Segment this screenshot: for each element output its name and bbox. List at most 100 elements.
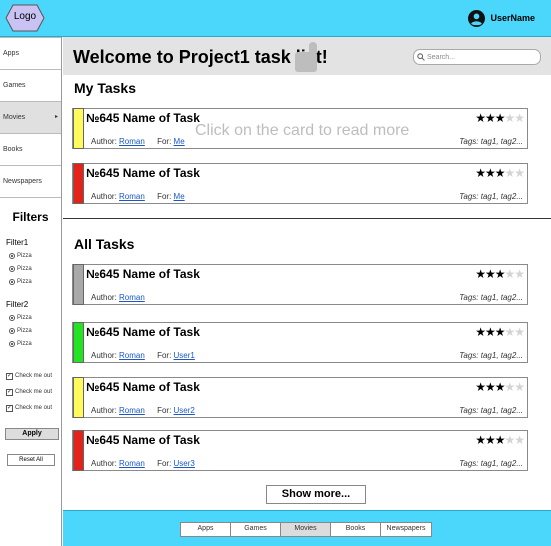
checkbox-label: Check me out	[15, 373, 53, 379]
user-avatar-icon	[468, 9, 486, 27]
task-title: №645 Name of Task	[86, 433, 200, 447]
sidebar-item-label: Games	[3, 82, 26, 89]
filter2-radio[interactable]: Pizza	[9, 327, 61, 335]
show-more-button[interactable]: Show more...	[266, 485, 366, 504]
task-card[interactable]: №645 Name of Task ★★★★★ Author: Roman Fo…	[72, 430, 528, 471]
task-color-strip	[73, 163, 84, 204]
filter2-radio[interactable]: Pizza	[9, 340, 61, 348]
task-color-strip	[73, 322, 84, 363]
sidebar-item-movies[interactable]: Movies ▸	[0, 102, 61, 134]
user-menu[interactable]: UserName	[468, 9, 535, 27]
sidebar-item-label: Books	[3, 146, 23, 153]
task-title: №645 Name of Task	[86, 380, 200, 394]
author-label: Author:	[91, 192, 117, 201]
checkbox-check-icon: ✓	[6, 404, 13, 412]
assignee-link[interactable]: User3	[174, 459, 195, 468]
author-link[interactable]: Roman	[119, 459, 145, 468]
sidebar-item-apps[interactable]: Apps	[0, 38, 61, 70]
assignee-link[interactable]: Me	[174, 192, 185, 201]
filter1-radio[interactable]: Pizza	[9, 252, 61, 260]
reset-all-button[interactable]: Reset All	[7, 454, 55, 466]
author-link[interactable]: Roman	[119, 406, 145, 415]
star-empty-icon: ★★	[504, 433, 524, 447]
footer-tab-newspapers[interactable]: Newspapers	[381, 523, 431, 536]
for-label: For:	[157, 137, 172, 146]
task-meta: Author: Roman For: User3	[91, 459, 195, 468]
task-tags: Tags: tag1, tag2...	[459, 137, 523, 146]
task-color-strip	[73, 430, 84, 471]
task-card[interactable]: №645 Name of Task ★★★★★ Author: Roman Fo…	[72, 322, 528, 363]
task-tags: Tags: tag1, tag2...	[459, 293, 523, 302]
sidebar-item-newspapers[interactable]: Newspapers	[0, 166, 61, 198]
author-link[interactable]: Roman	[119, 293, 145, 302]
star-filled-icon: ★★★	[475, 433, 505, 447]
assignee-link[interactable]: User1	[174, 351, 195, 360]
rating-stars: ★★★★★	[475, 267, 525, 281]
author-label: Author:	[91, 351, 117, 360]
task-meta: Author: Roman For: Me	[91, 137, 185, 146]
search-input[interactable]: Search...	[413, 49, 541, 65]
footer-tab-movies[interactable]: Movies	[281, 523, 331, 536]
radio-icon	[9, 315, 15, 321]
filter1-radio[interactable]: Pizza	[9, 278, 61, 286]
checkbox[interactable]: ✓ Check me out	[6, 372, 61, 380]
task-title: №645 Name of Task	[86, 166, 200, 180]
footer-tab-games[interactable]: Games	[231, 523, 281, 536]
task-color-strip	[73, 377, 84, 418]
task-card[interactable]: №645 Name of Task ★★★★★ Author: Roman Fo…	[72, 377, 528, 418]
cursor-hand-icon	[295, 42, 317, 72]
author-label: Author:	[91, 293, 117, 302]
logo[interactable]: Logo	[5, 4, 45, 32]
for-label: For:	[157, 351, 172, 360]
assignee-link[interactable]: User2	[174, 406, 195, 415]
star-empty-icon: ★★	[504, 380, 524, 394]
checkbox-label: Check me out	[15, 389, 53, 395]
filters-title: Filters	[12, 210, 49, 224]
apply-button[interactable]: Apply	[5, 428, 59, 440]
filter1-radio[interactable]: Pizza	[9, 265, 61, 273]
star-empty-icon: ★★	[504, 267, 524, 281]
task-color-strip	[73, 108, 84, 149]
author-label: Author:	[91, 137, 117, 146]
for-label: For:	[157, 459, 172, 468]
checkbox[interactable]: ✓ Check me out	[6, 404, 61, 412]
task-title: №645 Name of Task	[86, 111, 200, 125]
radio-label: Pizza	[17, 328, 32, 334]
sidebar-item-games[interactable]: Games	[0, 70, 61, 102]
chevron-right-icon: ▸	[54, 114, 58, 120]
task-card[interactable]: №645 Name of Task ★★★★★ Author: Roman Fo…	[72, 163, 528, 204]
header: Logo UserName	[0, 0, 551, 37]
checkbox[interactable]: ✓ Check me out	[6, 388, 61, 396]
rating-stars: ★★★★★	[475, 380, 525, 394]
filter2-radio[interactable]: Pizza	[9, 314, 61, 322]
task-title: №645 Name of Task	[86, 267, 200, 281]
author-label: Author:	[91, 459, 117, 468]
task-tags: Tags: tag1, tag2...	[459, 459, 523, 468]
search-placeholder: Search...	[427, 53, 456, 61]
footer-tab-apps[interactable]: Apps	[181, 523, 231, 536]
star-filled-icon: ★★★	[475, 166, 505, 180]
radio-label: Pizza	[17, 279, 32, 285]
sidebar-item-label: Newspapers	[3, 178, 42, 185]
task-meta: Author: Roman For: User1	[91, 351, 195, 360]
sidebar-item-books[interactable]: Books	[0, 134, 61, 166]
assignee-link[interactable]: Me	[174, 137, 185, 146]
star-filled-icon: ★★★	[475, 267, 505, 281]
task-color-strip	[73, 264, 84, 305]
task-meta: Author: Roman	[91, 293, 145, 302]
star-empty-icon: ★★	[504, 111, 524, 125]
rating-stars: ★★★★★	[475, 111, 525, 125]
radio-label: Pizza	[17, 253, 32, 259]
user-name: UserName	[490, 13, 535, 23]
filter2-label: Filter2	[6, 300, 29, 309]
task-card[interactable]: №645 Name of Task ★★★★★ Author: Roman Ta…	[72, 264, 528, 305]
author-link[interactable]: Roman	[119, 351, 145, 360]
author-link[interactable]: Roman	[119, 192, 145, 201]
checkbox-check-icon: ✓	[6, 372, 13, 380]
for-label: For:	[157, 406, 172, 415]
checkbox-label: Check me out	[15, 405, 53, 411]
rating-stars: ★★★★★	[475, 166, 525, 180]
footer-tab-books[interactable]: Books	[331, 523, 381, 536]
star-empty-icon: ★★	[504, 166, 524, 180]
author-link[interactable]: Roman	[119, 137, 145, 146]
